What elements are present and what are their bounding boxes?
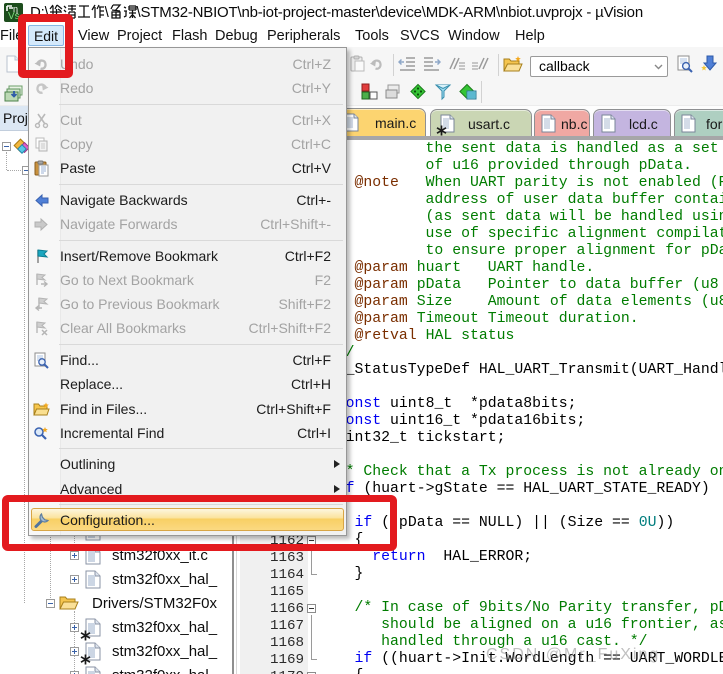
svg-text:η: η	[13, 4, 18, 14]
